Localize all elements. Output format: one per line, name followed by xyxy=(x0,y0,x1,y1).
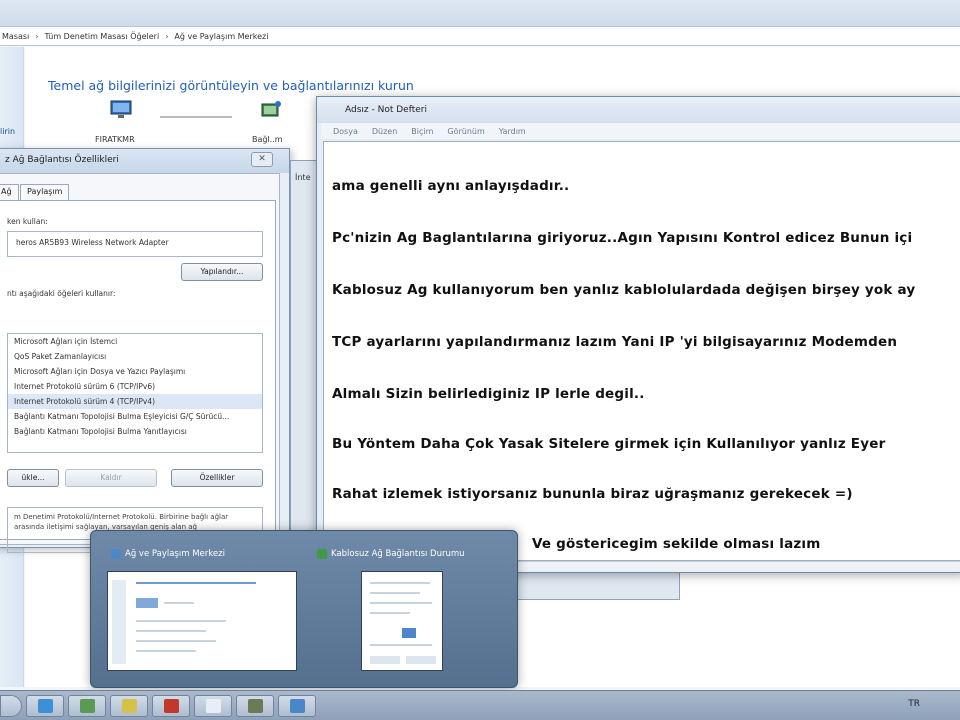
wireless-status-icon xyxy=(317,549,327,559)
install-button[interactable]: ükle... xyxy=(7,469,59,487)
thumbnail-title[interactable]: Kablosuz Ağ Bağlantısı Durumu xyxy=(331,549,465,559)
breadcrumb-item[interactable]: Ağ ve Paylaşım Merkezi xyxy=(174,32,268,41)
properties-button[interactable]: Özellikler xyxy=(171,469,263,487)
menu-bar: Dosya Düzen Biçim Görünüm Yardım xyxy=(321,123,960,139)
window-top-frame xyxy=(0,0,960,26)
items-list[interactable]: Microsoft Ağları için İstemci QoS Paket … xyxy=(7,333,263,453)
list-item[interactable]: Microsoft Ağları için İstemci xyxy=(8,334,262,349)
computer-icon[interactable] xyxy=(108,100,134,120)
tab-sharing[interactable]: Paylaşım xyxy=(20,184,70,200)
network-icon[interactable] xyxy=(258,100,284,120)
breadcrumb-separator-icon: › xyxy=(165,31,169,41)
media-icon xyxy=(164,699,179,713)
taskbar-media-button[interactable] xyxy=(152,695,190,717)
tab-panel: ken kullan: heros AR5B93 Wireless Networ… xyxy=(0,200,276,553)
breadcrumb[interactable]: Masası › Tüm Denetim Masası Öğeleri › Ağ… xyxy=(0,26,960,46)
page-title: Temel ağ bilgilerinizi görüntüleyin ve b… xyxy=(48,78,414,93)
start-button[interactable] xyxy=(0,695,22,717)
dialog-body: Ağ Paylaşım ken kullan: heros AR5B93 Wir… xyxy=(0,173,280,553)
taskbar-notepad-button[interactable] xyxy=(194,695,232,717)
taskbar-explorer-button[interactable] xyxy=(68,695,106,717)
items-label: ntı aşağıdaki öğeleri kullanır: xyxy=(7,289,116,298)
explorer-icon xyxy=(80,699,95,713)
text-line: Rahat izlemek istiyorsanız bununla biraz… xyxy=(332,486,853,502)
network-center-icon xyxy=(111,549,121,559)
computer-label: FIRATKMR xyxy=(95,135,135,144)
sidebar-link[interactable]: lirin xyxy=(0,127,15,136)
breadcrumb-separator-icon: › xyxy=(35,31,39,41)
dialog-title: z Ağ Bağlantısı Özellikleri xyxy=(0,149,289,173)
uninstall-button[interactable]: Kaldır xyxy=(65,469,157,487)
taskbar-thumbnail-popup: Ağ ve Paylaşım Merkezi Kablosuz Ağ Bağla… xyxy=(90,530,518,688)
text-line: Kablosuz Ag kullanıyorum ben yanlız kabl… xyxy=(332,282,916,298)
taskbar-paint-button[interactable] xyxy=(236,695,274,717)
text-line: Bu Yöntem Daha Çok Yasak Sitelere girmek… xyxy=(332,436,886,452)
text-line: Almalı Sizin belirlediginiz IP lerle deg… xyxy=(332,386,645,402)
language-indicator[interactable]: TR xyxy=(908,699,920,709)
window-title: Adsız - Not Defteri xyxy=(317,97,960,123)
text-editor[interactable]: ama genelli aynı anlayışdadır.. Pc'nizin… xyxy=(323,141,960,561)
text-line: Ve göstericegim sekilde olması lazım xyxy=(532,536,821,552)
list-item[interactable]: Bağlantı Katmanı Topolojisi Bulma Yanıtl… xyxy=(8,424,262,439)
menu-help[interactable]: Yardım xyxy=(499,127,526,136)
breadcrumb-item[interactable]: Tüm Denetim Masası Öğeleri xyxy=(44,32,159,41)
ie-icon xyxy=(38,699,53,713)
list-item[interactable]: Internet Protokolü sürüm 6 (TCP/IPv6) xyxy=(8,379,262,394)
adapter-field: heros AR5B93 Wireless Network Adapter xyxy=(7,231,263,257)
list-item[interactable]: Bağlantı Katmanı Topolojisi Bulma Eşleyi… xyxy=(8,409,262,424)
text-line: Pc'nizin Ag Baglantılarına giriyoruz..Ag… xyxy=(332,230,913,246)
paint-icon xyxy=(248,699,263,713)
menu-format[interactable]: Biçim xyxy=(411,127,433,136)
network-label: Bağl..m xyxy=(252,135,283,144)
text-line: TCP ayarlarını yapılandırmanız lazım Yan… xyxy=(332,334,898,350)
menu-file[interactable]: Dosya xyxy=(333,127,358,136)
notepad-icon xyxy=(206,699,221,713)
tab-internet[interactable]: İnte xyxy=(295,173,311,182)
breadcrumb-item[interactable]: Masası xyxy=(2,32,29,41)
menu-edit[interactable]: Düzen xyxy=(372,127,397,136)
taskbar-ie-button[interactable] xyxy=(26,695,64,717)
menu-view[interactable]: Görünüm xyxy=(447,127,484,136)
list-item[interactable]: Microsoft Ağları için Dosya ve Yazıcı Pa… xyxy=(8,364,262,379)
taskbar: TR xyxy=(0,690,960,720)
connection-line xyxy=(160,116,232,118)
chat-icon xyxy=(290,699,305,713)
connect-using-label: ken kullan: xyxy=(7,217,48,226)
taskbar-network-button[interactable] xyxy=(110,695,148,717)
taskbar-chat-button[interactable] xyxy=(278,695,316,717)
thumbnail-title[interactable]: Ağ ve Paylaşım Merkezi xyxy=(125,549,225,559)
properties-dialog: z Ağ Bağlantısı Özellikleri ✕ Ağ Paylaşı… xyxy=(0,148,290,553)
configure-button[interactable]: Yapılandır... xyxy=(181,263,263,281)
text-line: ama genelli aynı anlayışdadır.. xyxy=(332,178,570,194)
list-item[interactable]: Internet Protokolü sürüm 4 (TCP/IPv4) xyxy=(8,394,262,409)
close-button[interactable]: ✕ xyxy=(251,152,273,167)
thumbnail-preview[interactable] xyxy=(107,571,297,671)
list-item[interactable]: QoS Paket Zamanlayıcısı xyxy=(8,349,262,364)
notepad-window: Adsız - Not Defteri Dosya Düzen Biçim Gö… xyxy=(316,96,960,573)
thumbnail-preview[interactable] xyxy=(361,571,443,671)
tab-network[interactable]: Ağ xyxy=(0,184,19,200)
network-icon xyxy=(122,699,137,713)
